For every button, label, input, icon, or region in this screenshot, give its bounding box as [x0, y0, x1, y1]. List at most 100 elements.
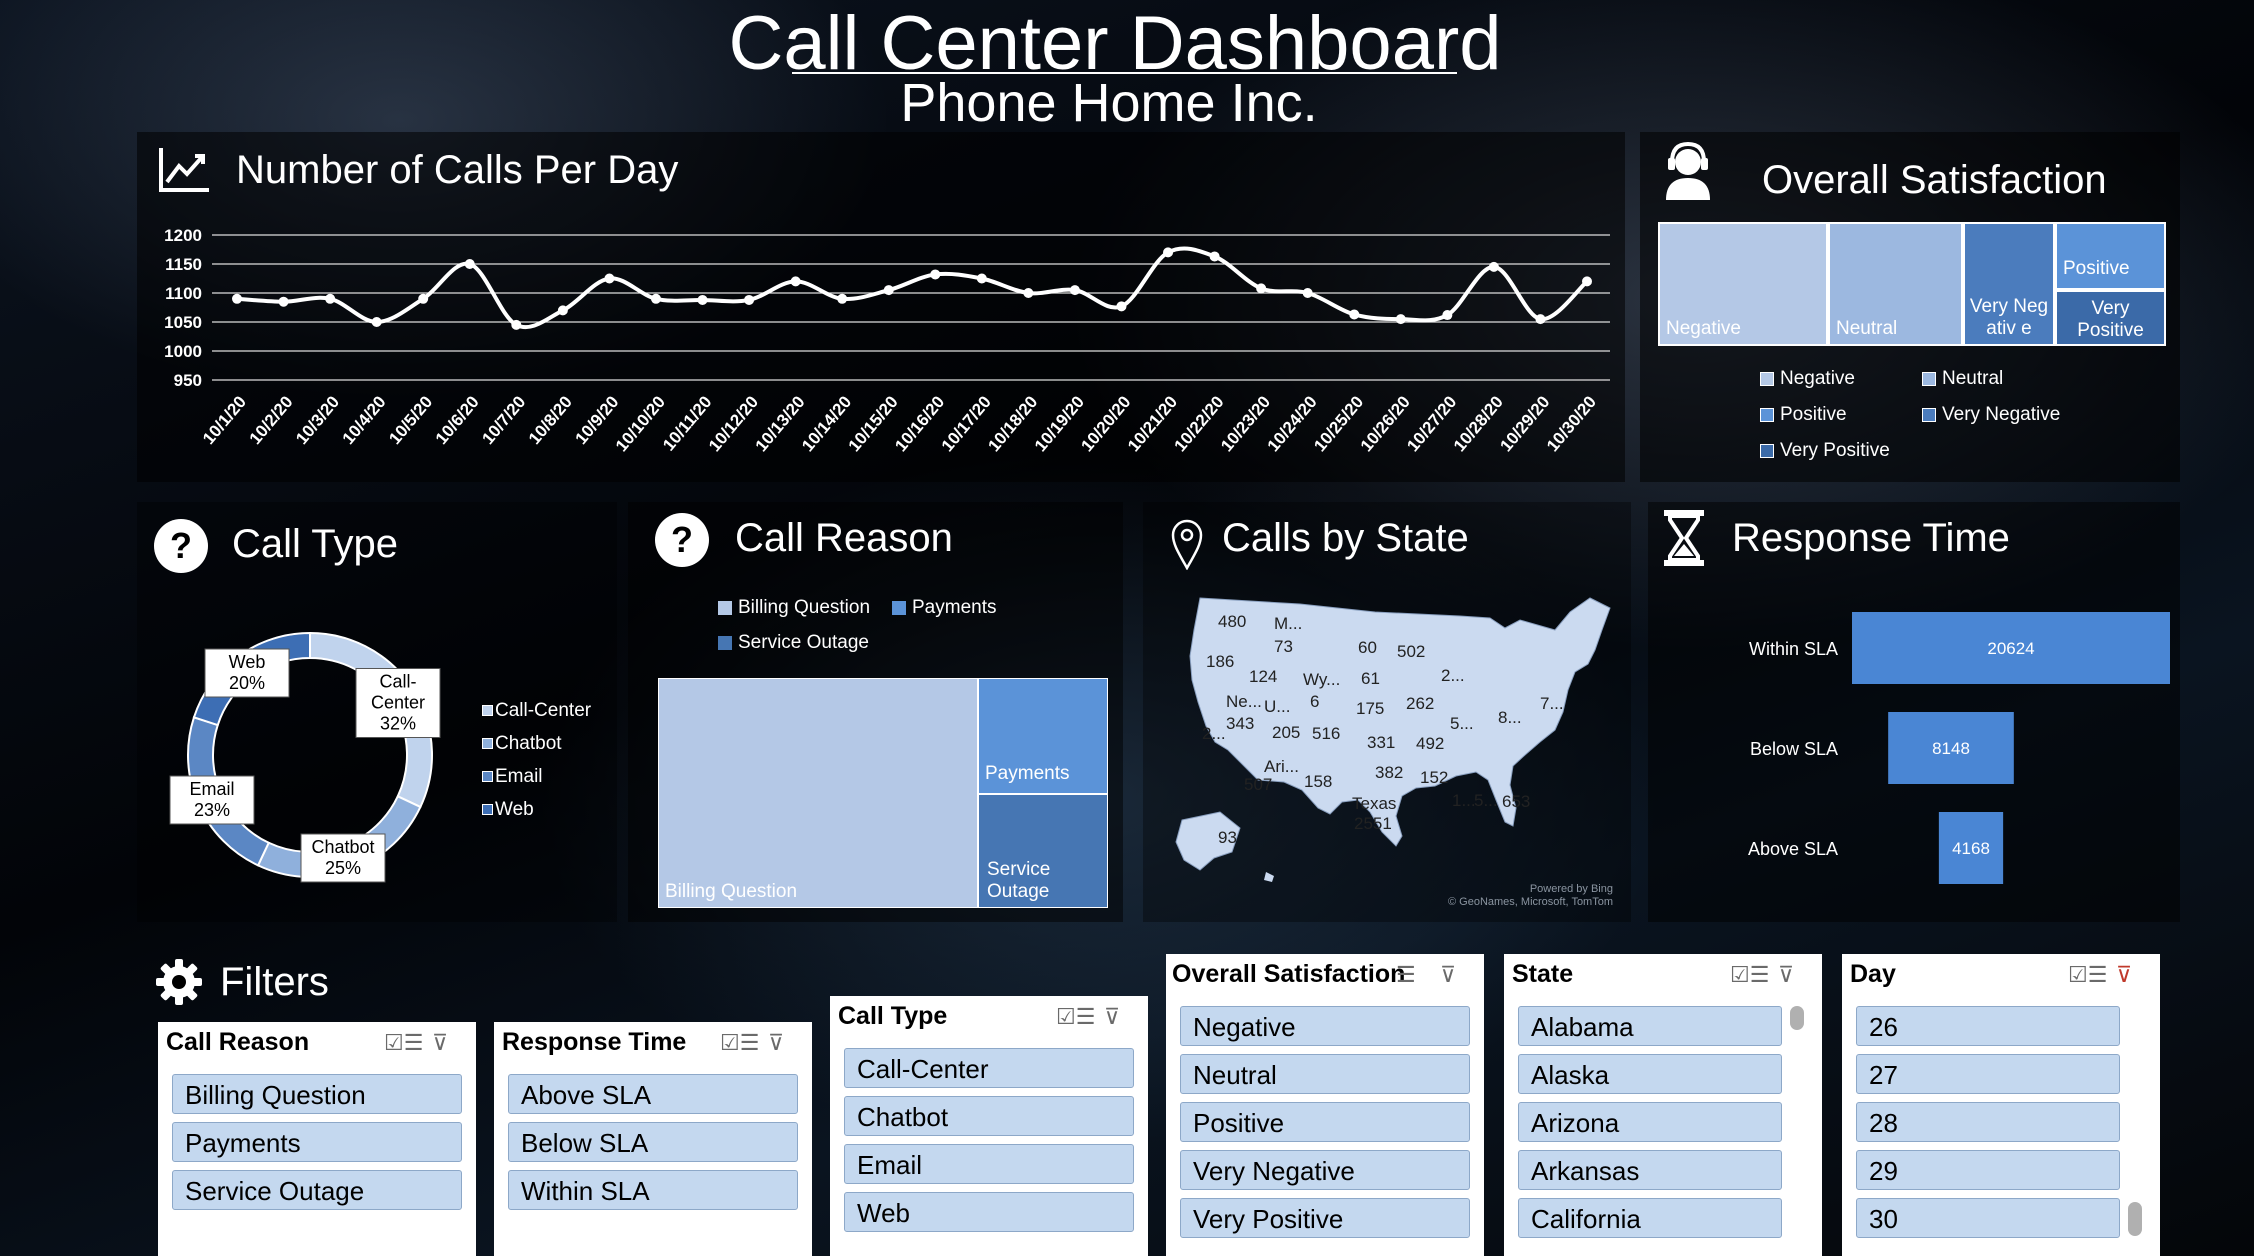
- clear-filter-icon[interactable]: ⊽: [2116, 962, 2132, 988]
- slicer-item[interactable]: 27: [1856, 1054, 2120, 1094]
- slicer-item[interactable]: Call-Center: [844, 1048, 1134, 1088]
- map-value-label: 158: [1304, 772, 1333, 791]
- legend-item: Call-Center: [482, 700, 591, 722]
- slicer-item[interactable]: Web: [844, 1192, 1134, 1232]
- slicer-state: State ☑☰ ⊽ Alabama Alaska Arizona Arkans…: [1504, 954, 1822, 1256]
- slicer-item[interactable]: Payments: [172, 1122, 462, 1162]
- treemap-cell-neutral[interactable]: Neutral: [1828, 222, 1963, 346]
- map-value-label: 61: [1361, 669, 1380, 688]
- slicer-item[interactable]: 30: [1856, 1198, 2120, 1238]
- data-point: [371, 317, 382, 327]
- slicer-item[interactable]: Billing Question: [172, 1074, 462, 1114]
- map-value-label: 2...: [1441, 666, 1465, 685]
- treemap-cell-positive[interactable]: Positive: [2055, 222, 2166, 290]
- legend-item: Service Outage: [718, 632, 869, 654]
- treemap-cell-negative[interactable]: Negative: [1658, 222, 1828, 346]
- slicer-item[interactable]: 26: [1856, 1006, 2120, 1046]
- y-tick-label: 1150: [165, 255, 202, 274]
- map-value-label: 492: [1416, 734, 1445, 753]
- slicer-item[interactable]: Arizona: [1518, 1102, 1782, 1142]
- data-point: [883, 285, 894, 296]
- slicer-response-time: Response Time ☑☰ ⊽ Above SLA Below SLA W…: [494, 1022, 812, 1256]
- svg-text:20%: 20%: [229, 673, 265, 693]
- filters-title: Filters: [220, 960, 329, 1004]
- treemap-cell-very-negative[interactable]: Very Negativ e: [1963, 222, 2055, 346]
- treemap-cell-very-positive[interactable]: Very Positive: [2055, 290, 2166, 346]
- map-value-label: M...: [1274, 614, 1303, 633]
- data-label: 4168: [1952, 839, 1990, 858]
- clear-filter-icon[interactable]: ⊽: [1778, 962, 1794, 988]
- legend-item: Chatbot: [482, 733, 562, 755]
- slicer-item[interactable]: 28: [1856, 1102, 2120, 1142]
- slicer-item[interactable]: Alaska: [1518, 1054, 1782, 1094]
- hawaii-shape: [1264, 872, 1274, 882]
- slicer-item[interactable]: Alabama: [1518, 1006, 1782, 1046]
- slicer-item[interactable]: Arkansas: [1518, 1150, 1782, 1190]
- x-tick-label: 10/30/20: [1543, 392, 1600, 455]
- slicer-item[interactable]: Very Positive: [1180, 1198, 1470, 1238]
- data-point: [976, 273, 987, 284]
- clear-filter-icon[interactable]: ⊽: [1440, 962, 1456, 988]
- call-reason-treemap: Billing Question Payments Service Outage: [658, 678, 1108, 908]
- slicer-item[interactable]: Negative: [1180, 1006, 1470, 1046]
- map-value-label: 331: [1367, 733, 1396, 752]
- map-value-label: 1...: [1452, 791, 1476, 810]
- multi-select-icon[interactable]: ☑☰: [1730, 962, 1769, 988]
- call-type-donut: Call-Center32% Chatbot25% Email23% Web20%: [169, 631, 441, 883]
- treemap-cell-payments[interactable]: Payments: [978, 678, 1108, 794]
- slicer-title: Response Time: [502, 1028, 687, 1056]
- category-label: Below SLA: [1750, 739, 1838, 759]
- line-chart-icon: [159, 148, 209, 192]
- data-point: [1256, 283, 1267, 294]
- slicer-item[interactable]: Service Outage: [172, 1170, 462, 1210]
- multi-select-icon[interactable]: ☰: [1396, 962, 1416, 988]
- slicer-title: Day: [1850, 960, 1896, 988]
- legend-item: Positive: [1760, 404, 1847, 426]
- multi-select-icon[interactable]: ☑☰: [720, 1030, 759, 1056]
- data-point: [511, 319, 522, 330]
- multi-select-icon[interactable]: ☑☰: [2068, 962, 2107, 988]
- slicer-item[interactable]: Above SLA: [508, 1074, 798, 1114]
- slicer-item[interactable]: Below SLA: [508, 1122, 798, 1162]
- map-value-label: Texas: [1352, 794, 1397, 813]
- slicer-item[interactable]: Chatbot: [844, 1096, 1134, 1136]
- x-tick-label: 10/1/20: [199, 392, 250, 448]
- scrollbar[interactable]: [1790, 1006, 1804, 1030]
- slicer-item[interactable]: Very Negative: [1180, 1150, 1470, 1190]
- series-line: [236, 246, 1589, 329]
- map-value-label: 653: [1502, 792, 1531, 811]
- x-tick-label: 10/2/20: [246, 392, 297, 448]
- data-point: [1023, 288, 1034, 298]
- data-label: 8148: [1932, 739, 1970, 758]
- treemap-cell-billing-question[interactable]: Billing Question: [658, 678, 978, 908]
- satisfaction-title: Overall Satisfaction: [1762, 158, 2107, 202]
- slicer-item[interactable]: California: [1518, 1198, 1782, 1238]
- svg-text:?: ?: [170, 525, 192, 566]
- clear-filter-icon[interactable]: ⊽: [768, 1030, 784, 1056]
- multi-select-icon[interactable]: ☑☰: [384, 1030, 423, 1056]
- scrollbar[interactable]: [2128, 1202, 2142, 1236]
- treemap-cell-service-outage[interactable]: Service Outage: [978, 794, 1108, 908]
- call-reason-title: Call Reason: [735, 516, 953, 560]
- clear-filter-icon[interactable]: ⊽: [432, 1030, 448, 1056]
- slicer-item[interactable]: 29: [1856, 1150, 2120, 1190]
- data-point: [1302, 288, 1313, 298]
- map-value-label: 507: [1244, 775, 1273, 794]
- legend-item: Web: [482, 799, 534, 821]
- y-tick-label: 1050: [164, 313, 202, 332]
- slicer-item[interactable]: Within SLA: [508, 1170, 798, 1210]
- slicer-call-reason: Call Reason ☑☰ ⊽ Billing Question Paymen…: [158, 1022, 476, 1256]
- response-time-title: Response Time: [1732, 516, 2010, 560]
- data-point: [464, 259, 475, 269]
- data-point: [1209, 251, 1220, 262]
- data-point: [1582, 276, 1592, 287]
- category-label: Above SLA: [1748, 839, 1838, 859]
- slicer-item[interactable]: Positive: [1180, 1102, 1470, 1142]
- clear-filter-icon[interactable]: ⊽: [1104, 1004, 1120, 1030]
- slicer-item[interactable]: Neutral: [1180, 1054, 1470, 1094]
- multi-select-icon[interactable]: ☑☰: [1056, 1004, 1095, 1030]
- slicer-title: Call Reason: [166, 1028, 310, 1056]
- legend-item: Billing Question: [718, 597, 870, 619]
- data-point: [1535, 314, 1546, 325]
- slicer-item[interactable]: Email: [844, 1144, 1134, 1184]
